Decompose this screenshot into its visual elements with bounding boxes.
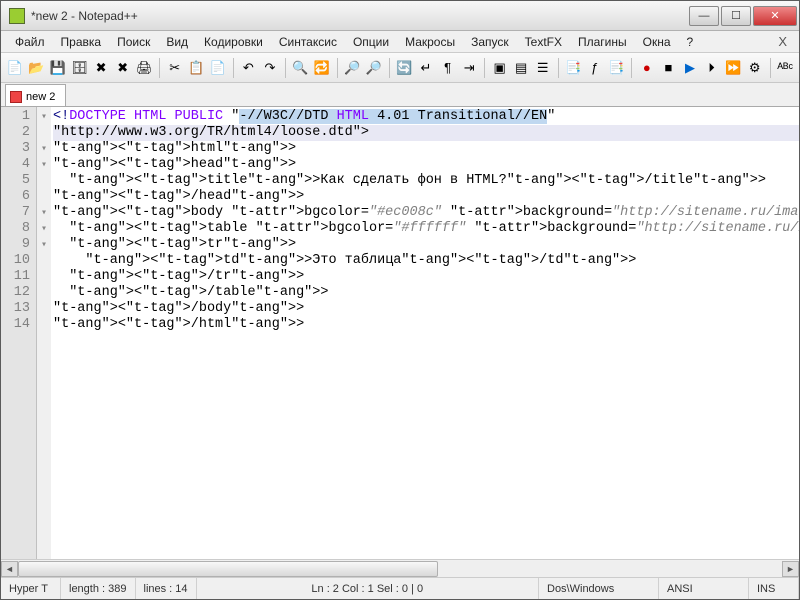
menu-edit[interactable]: Правка	[53, 33, 110, 51]
sync-icon[interactable]: 🔄	[395, 57, 415, 79]
menu-search[interactable]: Поиск	[109, 33, 158, 51]
menu-run[interactable]: Запуск	[463, 33, 517, 51]
close-doc-icon[interactable]: ✖	[91, 57, 111, 79]
separator-icon	[389, 58, 390, 78]
menu-syntax[interactable]: Синтаксис	[271, 33, 345, 51]
separator-icon	[159, 58, 160, 78]
menu-windows[interactable]: Окна	[635, 33, 679, 51]
zoomout-icon[interactable]: 🔎	[364, 57, 384, 79]
statusbar: Hyper T length : 389 lines : 14 Ln : 2 C…	[1, 577, 799, 599]
closeall-icon[interactable]: ✖	[113, 57, 133, 79]
editor[interactable]: 1234567891011121314 ▾ ▾▾ ▾▾▾ <!DOCTYPE H…	[1, 107, 799, 559]
status-language: Hyper T	[1, 578, 61, 599]
toolbar: 📄 📂 💾 🗄 ✖ ✖ 🖨 ✂ 📋 📄 ↶ ↷ 🔍 🔁 🔎 🔎 🔄 ↵ ¶ ⇥ …	[1, 53, 799, 83]
stop-icon[interactable]: ■	[659, 57, 679, 79]
minimize-button[interactable]: —	[689, 6, 719, 26]
app-icon	[9, 8, 25, 24]
modified-icon	[10, 91, 22, 103]
separator-icon	[558, 58, 559, 78]
app-window: *new 2 - Notepad++ — ☐ ✕ Файл Правка Пои…	[0, 0, 800, 600]
ff-icon[interactable]: ⏩	[723, 57, 743, 79]
maximize-button[interactable]: ☐	[721, 6, 751, 26]
status-lines: lines : 14	[136, 578, 197, 599]
menu-close-doc[interactable]: X	[772, 34, 793, 49]
status-length: length : 389	[61, 578, 136, 599]
open-icon[interactable]: 📂	[27, 57, 47, 79]
menu-file[interactable]: Файл	[7, 33, 53, 51]
zoomin-icon[interactable]: 🔎	[343, 57, 363, 79]
window-title: *new 2 - Notepad++	[31, 9, 687, 23]
fold-icon[interactable]: ▣	[490, 57, 510, 79]
doc2-icon[interactable]: 📑	[607, 57, 627, 79]
undo-icon[interactable]: ↶	[239, 57, 259, 79]
menu-macros[interactable]: Макросы	[397, 33, 463, 51]
tabbar: new 2	[1, 83, 799, 107]
menu-textfx[interactable]: TextFX	[517, 33, 570, 51]
separator-icon	[233, 58, 234, 78]
scroll-track[interactable]	[18, 561, 782, 577]
play-icon[interactable]: ▶	[680, 57, 700, 79]
menu-plugins[interactable]: Плагины	[570, 33, 635, 51]
line-gutter: 1234567891011121314	[1, 107, 37, 559]
menu-view[interactable]: Вид	[158, 33, 196, 51]
allchars-icon[interactable]: ¶	[438, 57, 458, 79]
titlebar[interactable]: *new 2 - Notepad++ — ☐ ✕	[1, 1, 799, 31]
copy-icon[interactable]: 📋	[187, 57, 207, 79]
tab-label: new 2	[26, 91, 55, 103]
separator-icon	[337, 58, 338, 78]
indent-icon[interactable]: ⇥	[459, 57, 479, 79]
scroll-thumb[interactable]	[18, 561, 438, 577]
fold-column[interactable]: ▾ ▾▾ ▾▾▾	[37, 107, 51, 559]
status-eol: Dos\Windows	[539, 578, 659, 599]
cut-icon[interactable]: ✂	[165, 57, 185, 79]
save-icon[interactable]: 💾	[48, 57, 68, 79]
status-position: Ln : 2 Col : 1 Sel : 0 | 0	[197, 578, 539, 599]
horizontal-scrollbar[interactable]: ◄ ►	[1, 559, 799, 577]
doclist-icon[interactable]: 📑	[563, 57, 583, 79]
menu-help[interactable]: ?	[679, 33, 702, 51]
new-icon[interactable]: 📄	[5, 57, 25, 79]
unfold-icon[interactable]: ▤	[511, 57, 531, 79]
status-mode: INS	[749, 578, 799, 599]
separator-icon	[770, 58, 771, 78]
list-icon[interactable]: ☰	[533, 57, 553, 79]
separator-icon	[631, 58, 632, 78]
menu-options[interactable]: Опции	[345, 33, 397, 51]
status-encoding: ANSI	[659, 578, 749, 599]
replace-icon[interactable]: 🔁	[312, 57, 332, 79]
close-button[interactable]: ✕	[753, 6, 797, 26]
wrap-icon[interactable]: ↵	[416, 57, 436, 79]
macro-save-icon[interactable]: ⚙	[745, 57, 765, 79]
scroll-right-icon[interactable]: ►	[782, 561, 799, 577]
spell-icon[interactable]: ᴬᴮᶜ	[775, 57, 795, 79]
menu-encoding[interactable]: Кодировки	[196, 33, 271, 51]
tab-new2[interactable]: new 2	[5, 84, 66, 106]
print-icon[interactable]: 🖨	[134, 57, 154, 79]
redo-icon[interactable]: ↷	[260, 57, 280, 79]
func-icon[interactable]: ƒ	[585, 57, 605, 79]
separator-icon	[285, 58, 286, 78]
find-icon[interactable]: 🔍	[291, 57, 311, 79]
play2-icon[interactable]: ⏵	[702, 57, 722, 79]
code-area[interactable]: <!DOCTYPE HTML PUBLIC "-//W3C//DTD HTML …	[51, 107, 799, 559]
saveall-icon[interactable]: 🗄	[70, 57, 90, 79]
record-icon[interactable]: ●	[637, 57, 657, 79]
separator-icon	[484, 58, 485, 78]
scroll-left-icon[interactable]: ◄	[1, 561, 18, 577]
menubar: Файл Правка Поиск Вид Кодировки Синтакси…	[1, 31, 799, 53]
paste-icon[interactable]: 📄	[208, 57, 228, 79]
